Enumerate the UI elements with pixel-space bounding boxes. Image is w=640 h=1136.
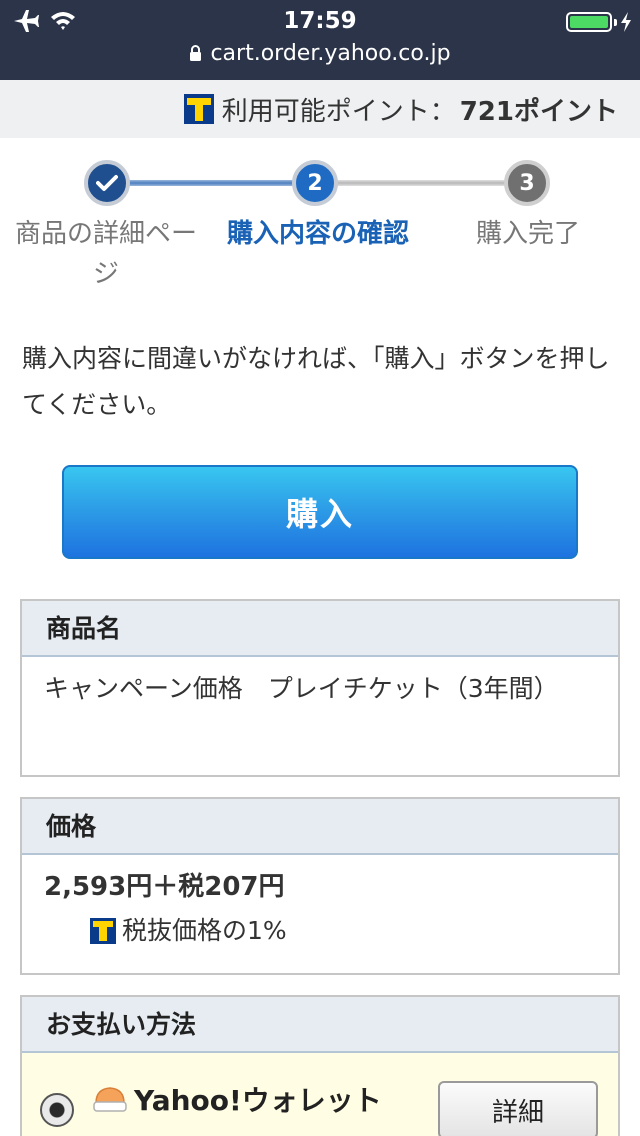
clock: 17:59 [283, 8, 357, 34]
price-body: 2,593円＋税207円 税抜価格の1% [22, 855, 618, 953]
step-3-label: 購入完了 [475, 219, 580, 249]
status-row: 17:59 [0, 6, 640, 36]
points-value: 721ポイント [459, 96, 618, 127]
payment-detail-button[interactable]: 詳細 [438, 1081, 598, 1136]
battery-icon [566, 12, 612, 32]
battery-level [570, 16, 608, 28]
step-2-circle: 2 [292, 160, 338, 206]
step-1-label: 商品の詳細ページ [14, 219, 197, 289]
step-2-label: 購入内容の確認 [226, 219, 409, 249]
points-label: 利用可能ポイント： [221, 96, 456, 127]
points-earned-text: 税抜価格の1% [122, 916, 287, 945]
product-name: キャンペーン価格 プレイチケット（3年間） [44, 674, 559, 703]
price-header: 価格 [22, 799, 618, 855]
product-header: 商品名 [22, 601, 618, 657]
payment-header: お支払い方法 [22, 997, 618, 1053]
product-section: 商品名 キャンペーン価格 プレイチケット（3年間） [20, 599, 620, 777]
payment-method-label: Yahoo!ウォレット [134, 1084, 382, 1117]
step-1-check-icon [84, 160, 130, 206]
url-text: cart.order.yahoo.co.jp [210, 41, 451, 66]
t-point-logo-icon [183, 94, 214, 124]
step-3-circle: 3 [504, 160, 550, 206]
step-connector-2 [334, 180, 506, 186]
points-earned: 税抜価格の1% [44, 909, 598, 953]
address-bar[interactable]: cart.order.yahoo.co.jp [0, 40, 640, 68]
payment-section: お支払い方法 Yahoo!ウォレット 詳細 [20, 995, 620, 1136]
wallet-icon [93, 1087, 127, 1112]
status-bar: 17:59 cart.order.yahoo.co.jp [0, 0, 640, 80]
battery-tip [614, 19, 617, 26]
step-connector-1 [126, 180, 296, 186]
payment-radio-selected[interactable] [40, 1093, 74, 1127]
price-amount: 2,593円＋税207円 [44, 872, 285, 902]
lock-icon [190, 45, 202, 61]
points-summary: 利用可能ポイント： 721ポイント [183, 80, 618, 138]
charging-bolt-icon [621, 12, 631, 32]
t-point-logo-icon [90, 918, 116, 944]
buy-button[interactable]: 購入 [62, 465, 578, 559]
payment-option-row[interactable]: Yahoo!ウォレット 詳細 [22, 1053, 618, 1136]
price-section: 価格 2,593円＋税207円 税抜価格の1% [20, 797, 620, 975]
checkmark-icon [96, 175, 118, 191]
points-bar: 利用可能ポイント： 721ポイント [0, 80, 640, 138]
instruction-text: 購入内容に間違いがなければ、「購入」ボタンを押してください。 [22, 344, 610, 419]
progress-stepper: 2 3 商品の詳細ページ 購入内容の確認 購入完了 [0, 138, 640, 308]
